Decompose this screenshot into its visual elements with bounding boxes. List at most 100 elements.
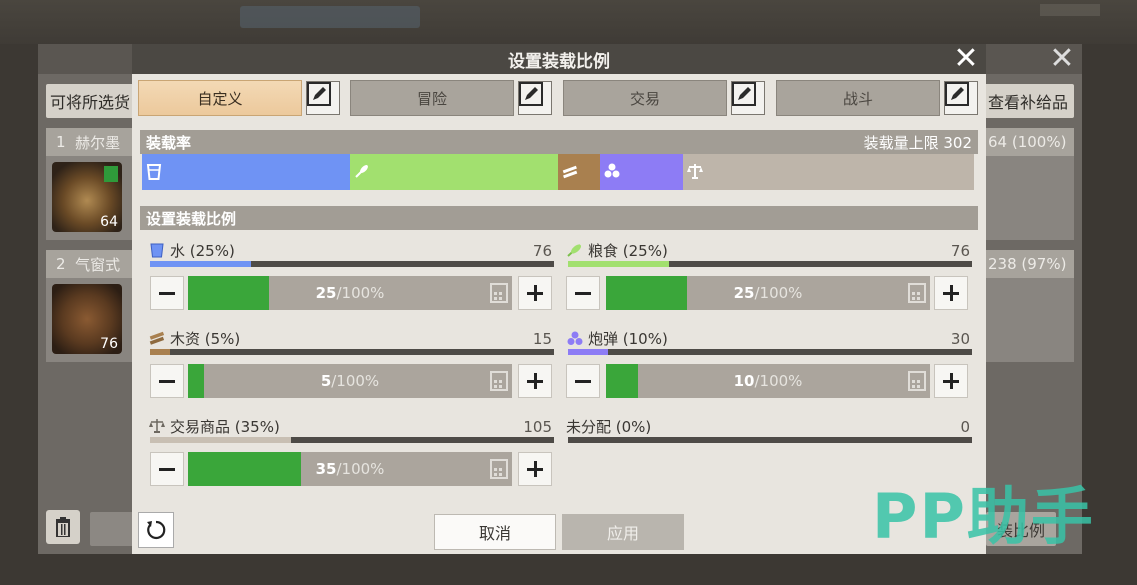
dialog-titlebar: 设置装载比例 ✕ [132,44,986,74]
quality-badge [104,166,118,182]
resource-amount: 15 [532,330,552,348]
cargo-row-index: 2 [56,255,66,273]
resource-stepper: 25/100% [566,276,972,310]
grain-icon [355,165,368,178]
background-cargo-row-right: 64 (100%) [980,128,1074,240]
resource-label-text: 木资 (5%) [170,329,241,348]
close-icon[interactable]: ✕ [952,44,980,74]
background-select-button[interactable]: 可将所选货 [46,84,136,118]
bucket-icon [146,164,162,180]
resource-stepper: 5/100% [148,364,554,398]
wood-icon [149,331,165,345]
apply-button[interactable]: 应用 [562,514,684,550]
load-segment-trade [682,154,974,190]
ratio-slider[interactable]: 25/100% [188,276,512,310]
background-cargo-row[interactable]: 2 气窗式 76 [46,250,132,362]
item-count: 64 [100,214,118,230]
decrease-button[interactable] [566,276,600,310]
cargo-row-right-text: 238 (97%) [980,250,1074,278]
view-supplies-button[interactable]: 查看补给品 [984,84,1074,118]
ratio-slider[interactable]: 35/100% [188,452,512,486]
edit-preset-button[interactable] [731,81,765,115]
decrease-button[interactable] [150,276,184,310]
increase-button[interactable] [518,276,552,310]
cancel-button[interactable]: 取消 [434,514,556,550]
grain-icon [567,244,581,257]
ratio-slider[interactable]: 25/100% [606,276,930,310]
resource-label-text: 水 (25%) [170,241,235,260]
tab-label: 自定义 [197,89,243,108]
view-supplies-label: 查看补给品 [987,93,1068,112]
capacity-label: 装载量上限 302 [863,133,972,152]
edit-icon [732,82,756,106]
cargo-row-name: 赫尔墨 [75,133,121,152]
wheat-item-image: 64 [52,162,122,232]
ratio-header: 设置装载比例 [140,206,978,230]
bucket-icon [150,243,164,258]
resource-stepper: 35/100% [148,452,554,486]
resource-ratio-bar [150,349,554,355]
resource-label: 粮食 (25%) [566,240,668,260]
increase-button[interactable] [934,276,968,310]
background-close-icon[interactable]: ✕ [1046,44,1078,74]
preset-tabs: 自定义 冒险 交易 战斗 [138,80,980,118]
resource-stepper: 25/100% [148,276,554,310]
cargo-row-index: 1 [56,133,66,151]
calculator-icon[interactable] [908,283,926,303]
slider-value: 5/100% [320,372,380,390]
background-button [90,512,134,546]
background-blur [240,6,420,28]
decrease-button[interactable] [150,452,184,486]
decrease-button[interactable] [150,364,184,398]
cargo-row-right-text: 64 (100%) [980,128,1074,156]
reset-icon [147,520,166,540]
tab-trade[interactable]: 交易 [563,80,727,116]
resource-amount: 0 [960,418,970,436]
load-segment-wood [558,154,600,190]
increase-button[interactable] [518,364,552,398]
calculator-icon[interactable] [490,371,508,391]
resource-ratio-bar [568,349,972,355]
decrease-button[interactable] [566,364,600,398]
edit-preset-button[interactable] [518,81,552,115]
ratio-slider[interactable]: 5/100% [188,364,512,398]
slider-value: 25/100% [733,284,803,302]
watermark: PP助手 [872,480,1095,553]
background-blur [1040,4,1100,16]
trash-button[interactable] [46,510,80,544]
tab-battle[interactable]: 战斗 [776,80,940,116]
cargo-row-header: 2 气窗式 [46,250,132,278]
calculator-icon[interactable] [908,371,926,391]
resource-label: 水 (25%) [148,240,235,260]
tab-custom[interactable]: 自定义 [138,80,302,116]
resource-ratio-fill [568,349,609,355]
tab-label: 交易 [629,89,660,108]
edit-preset-button[interactable] [944,81,978,115]
tab-adventure[interactable]: 冒险 [350,80,514,116]
resource-label: 未分配 (0%) [566,416,651,436]
cancel-label: 取消 [478,524,511,543]
load-rate-title: 装载率 [146,133,192,152]
resource-ratio-bar [150,261,554,267]
resource-ratio-fill [150,437,292,443]
load-rate-bar [142,154,974,190]
apply-label: 应用 [606,524,639,543]
load-rate-header: 装载率 装载量上限 302 [140,130,978,154]
tab-label: 战斗 [842,89,873,108]
background-cargo-row[interactable]: 1 赫尔墨 64 [46,128,132,240]
increase-button[interactable] [518,452,552,486]
cargo-row-name: 气窗式 [75,255,121,274]
edit-preset-button[interactable] [306,81,340,115]
reset-button[interactable] [138,512,174,548]
ratio-slider[interactable]: 10/100% [606,364,930,398]
resource-ratio-fill [150,349,171,355]
wood-icon [562,165,578,179]
calculator-icon[interactable] [490,283,508,303]
resource-label: 炮弹 (10%) [566,328,668,348]
resource-ratio-fill [568,261,669,267]
calculator-icon[interactable] [490,459,508,479]
resource-amount: 30 [950,330,970,348]
ratio-title: 设置装载比例 [146,209,237,228]
increase-button[interactable] [934,364,968,398]
dialog-title: 设置装载比例 [508,51,610,72]
